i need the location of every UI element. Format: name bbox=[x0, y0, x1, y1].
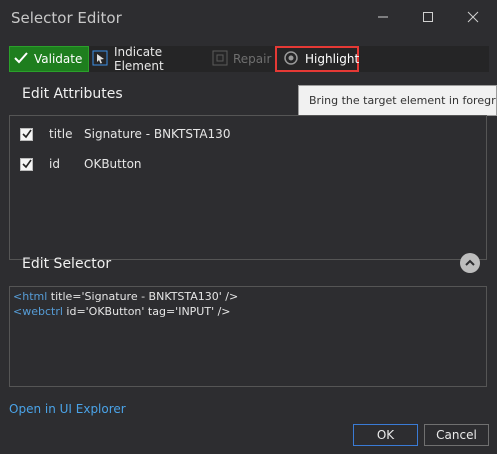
validate-label: Validate bbox=[34, 52, 83, 66]
checkmark-icon bbox=[14, 51, 28, 67]
window-title: Selector Editor bbox=[11, 9, 122, 27]
attribute-checkbox-title[interactable] bbox=[20, 127, 33, 141]
selector-tag: <html bbox=[13, 290, 48, 303]
attribute-name: title bbox=[49, 127, 73, 141]
edit-attributes-heading: Edit Attributes bbox=[22, 86, 123, 102]
attribute-value[interactable]: OKButton bbox=[84, 157, 142, 171]
validate-button[interactable]: Validate bbox=[9, 46, 89, 72]
repair-icon bbox=[212, 50, 228, 69]
indicate-element-label: Indicate Element bbox=[114, 45, 164, 73]
selector-editor-textarea[interactable]: <html title='Signature - BNKTSTA130' /> … bbox=[9, 286, 487, 387]
attribute-value[interactable]: Signature - BNKTSTA130 bbox=[84, 127, 230, 141]
repair-button[interactable]: Repair bbox=[212, 46, 274, 72]
collapse-selector-button[interactable] bbox=[460, 253, 480, 273]
highlight-tooltip: Bring the target element in foreground bbox=[298, 85, 497, 116]
maximize-button[interactable] bbox=[405, 0, 451, 36]
pointer-target-icon bbox=[92, 50, 108, 69]
minimize-icon bbox=[377, 11, 389, 26]
close-button[interactable] bbox=[450, 0, 496, 36]
repair-label: Repair bbox=[233, 52, 272, 66]
attribute-row: id OKButton bbox=[20, 154, 142, 174]
highlight-button[interactable]: Highlight bbox=[275, 46, 359, 72]
close-icon bbox=[467, 11, 479, 26]
ok-button[interactable]: OK bbox=[353, 424, 418, 446]
attribute-row: title Signature - BNKTSTA130 bbox=[20, 124, 230, 144]
title-bar: Selector Editor bbox=[0, 0, 497, 36]
chevron-up-icon bbox=[465, 256, 475, 270]
minimize-button[interactable] bbox=[360, 0, 406, 36]
selector-line: <webctrl id='OKButton' tag='INPUT' /> bbox=[13, 305, 486, 320]
cancel-button[interactable]: Cancel bbox=[424, 424, 489, 446]
toolbar: Validate Indicate Element Repair Highlig… bbox=[9, 45, 489, 73]
indicate-element-button[interactable]: Indicate Element bbox=[92, 45, 210, 73]
attribute-checkbox-id[interactable] bbox=[20, 157, 33, 171]
selector-line: <html title='Signature - BNKTSTA130' /> bbox=[13, 290, 486, 305]
open-in-ui-explorer-link[interactable]: Open in UI Explorer bbox=[9, 402, 126, 416]
attribute-name: id bbox=[49, 157, 60, 171]
highlight-icon bbox=[283, 50, 299, 69]
maximize-icon bbox=[422, 11, 434, 26]
selector-attributes: title='Signature - BNKTSTA130' /> bbox=[47, 290, 239, 303]
edit-selector-heading: Edit Selector bbox=[22, 256, 112, 272]
highlight-label: Highlight bbox=[305, 52, 360, 66]
attributes-panel: title Signature - BNKTSTA130 id OKButton bbox=[9, 115, 487, 260]
selector-tag: <webctrl bbox=[13, 305, 63, 318]
selector-attributes: id='OKButton' tag='INPUT' /> bbox=[62, 305, 231, 318]
